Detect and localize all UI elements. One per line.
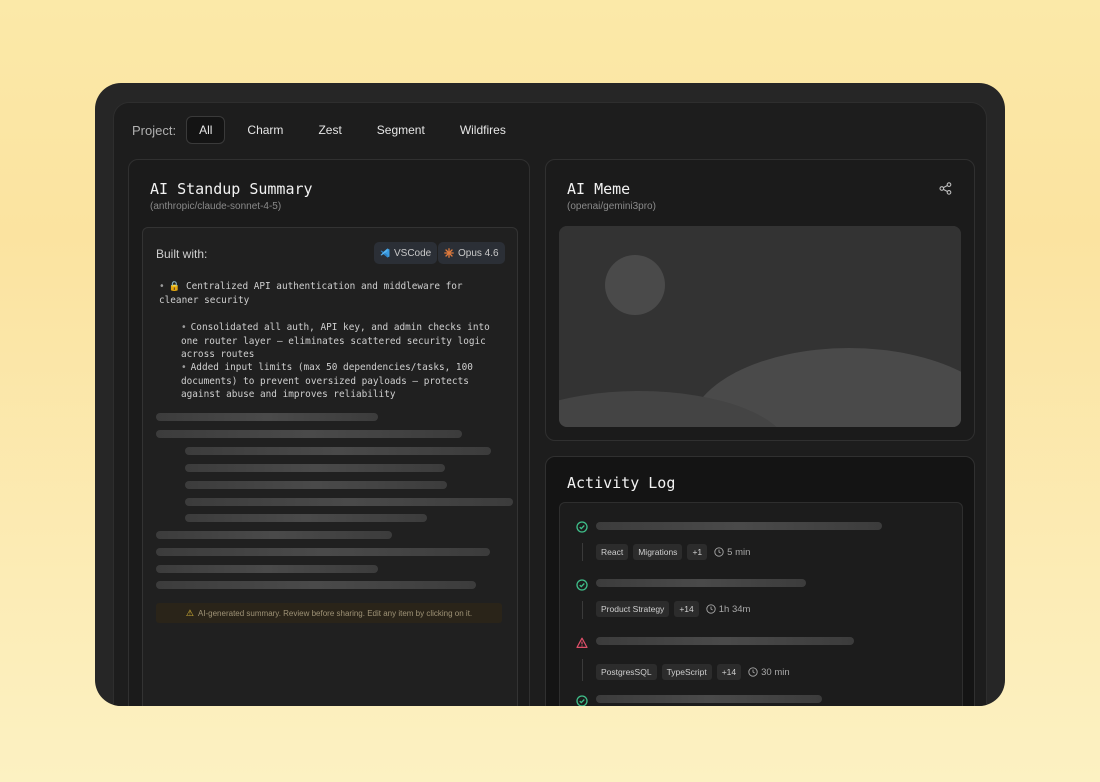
warning-triangle-icon	[576, 637, 588, 648]
device-frame: Project: All Charm Zest Segment Wildfire…	[95, 83, 1005, 706]
vscode-icon	[380, 248, 390, 258]
skeleton-line	[185, 498, 513, 506]
bullet-dot: •	[181, 362, 187, 373]
meme-title: AI Meme	[567, 180, 631, 198]
tag-chip: React	[596, 544, 629, 560]
tag-more-chip[interactable]: +1	[687, 544, 708, 560]
clock-icon	[748, 667, 758, 677]
lock-icon: 🔒	[168, 281, 181, 292]
skeleton-line	[156, 581, 476, 589]
skeleton-line	[185, 514, 427, 522]
skeleton-line	[185, 464, 445, 472]
filter-segment[interactable]: Segment	[364, 116, 438, 144]
activity-skeleton	[596, 695, 822, 703]
filter-wildfires[interactable]: Wildfires	[447, 116, 519, 144]
warning-icon: ⚠	[185, 607, 194, 618]
timeline-line	[582, 543, 583, 561]
summary-sub-text-2: Added input limits (max 50 dependencies/…	[181, 362, 473, 400]
skeleton-line	[156, 430, 462, 438]
tool-chip-opus[interactable]: Opus 4.6	[438, 242, 505, 264]
activity-duration: 1h 34m	[706, 603, 751, 615]
activity-tags: React Migrations +1 5 min	[596, 544, 750, 560]
activity-title: Activity Log	[567, 474, 676, 492]
tool-label-vscode: VSCode	[394, 247, 432, 259]
activity-skeleton	[596, 579, 806, 587]
tag-chip: Product Strategy	[596, 601, 670, 617]
filter-all[interactable]: All	[186, 116, 226, 144]
activity-duration: 30 min	[748, 667, 790, 678]
warning-text: AI-generated summary. Review before shar…	[197, 608, 473, 618]
share-icon[interactable]	[939, 182, 952, 195]
skeleton-line	[156, 565, 378, 573]
filter-zest[interactable]: Zest	[305, 116, 354, 144]
activity-skeleton	[596, 637, 854, 645]
tool-label-opus: Opus 4.6	[458, 247, 499, 259]
standup-content: Built with: VSCode Opus 4.6 • 🔒 Centrali…	[142, 227, 518, 706]
meme-model: (openai/gemini3pro)	[567, 201, 656, 212]
duration-text: 1h 34m	[718, 603, 751, 615]
filter-charm[interactable]: Charm	[234, 116, 296, 144]
skeleton-line	[185, 447, 491, 455]
timeline-line	[582, 659, 583, 681]
meme-image-placeholder	[559, 226, 961, 427]
project-filter-bar: Project: All Charm Zest Segment Wildfire…	[132, 116, 528, 144]
activity-skeleton	[596, 522, 882, 530]
project-filter-label: Project:	[132, 122, 177, 138]
check-circle-icon	[576, 521, 588, 533]
skeleton-line	[156, 531, 392, 539]
tag-chip: TypeScript	[661, 664, 712, 680]
claude-spark-icon	[444, 248, 454, 258]
timeline-line	[582, 601, 583, 619]
duration-text: 30 min	[761, 666, 790, 678]
summary-sub-text-1: Consolidated all auth, API key, and admi…	[181, 322, 490, 360]
ai-meme-card: AI Meme (openai/gemini3pro)	[545, 159, 975, 441]
tag-chip: PostgresSQL	[596, 664, 657, 680]
summary-sub-bullet-2[interactable]: • Added input limits (max 50 dependencies…	[181, 361, 491, 402]
tool-chip-vscode[interactable]: VSCode	[374, 242, 438, 264]
standup-model: (anthropic/claude-sonnet-4-5)	[150, 201, 282, 212]
skeleton-line	[156, 548, 490, 556]
tag-more-chip[interactable]: +14	[674, 601, 699, 617]
clock-icon	[714, 547, 724, 557]
duration-text: 5 min	[727, 546, 751, 558]
activity-tags: PostgresSQL TypeScript +14 30 min	[596, 664, 790, 680]
activity-log-card: Activity Log React Migrations +1 5 min P…	[545, 456, 975, 706]
app-screen: Project: All Charm Zest Segment Wildfire…	[113, 102, 987, 706]
skeleton-line	[156, 413, 378, 421]
check-circle-icon	[576, 579, 588, 591]
ai-warning-banner: ⚠ AI-generated summary. Review before sh…	[156, 603, 502, 623]
built-with-label: Built with:	[156, 247, 208, 261]
summary-sub-bullet-1[interactable]: • Consolidated all auth, API key, and adm…	[181, 321, 491, 362]
tag-more-chip[interactable]: +14	[716, 664, 742, 680]
summary-main-text: Centralized API authentication and middl…	[159, 281, 463, 306]
image-placeholder-icon	[559, 226, 961, 427]
activity-log-list: React Migrations +1 5 min Product Strate…	[559, 502, 963, 706]
summary-main-bullet[interactable]: • 🔒 Centralized API authentication and mi…	[159, 280, 479, 307]
skeleton-line	[185, 481, 447, 489]
check-circle-icon	[576, 695, 588, 706]
activity-duration: 5 min	[714, 547, 750, 558]
bullet-dot: •	[181, 322, 187, 333]
activity-tags: Product Strategy +14 1h 34m	[596, 601, 750, 617]
tag-chip: Migrations	[633, 544, 683, 560]
clock-icon	[706, 604, 716, 614]
standup-title: AI Standup Summary	[150, 180, 313, 198]
standup-summary-card: AI Standup Summary (anthropic/claude-son…	[128, 159, 530, 706]
bullet-dot: •	[159, 281, 165, 292]
